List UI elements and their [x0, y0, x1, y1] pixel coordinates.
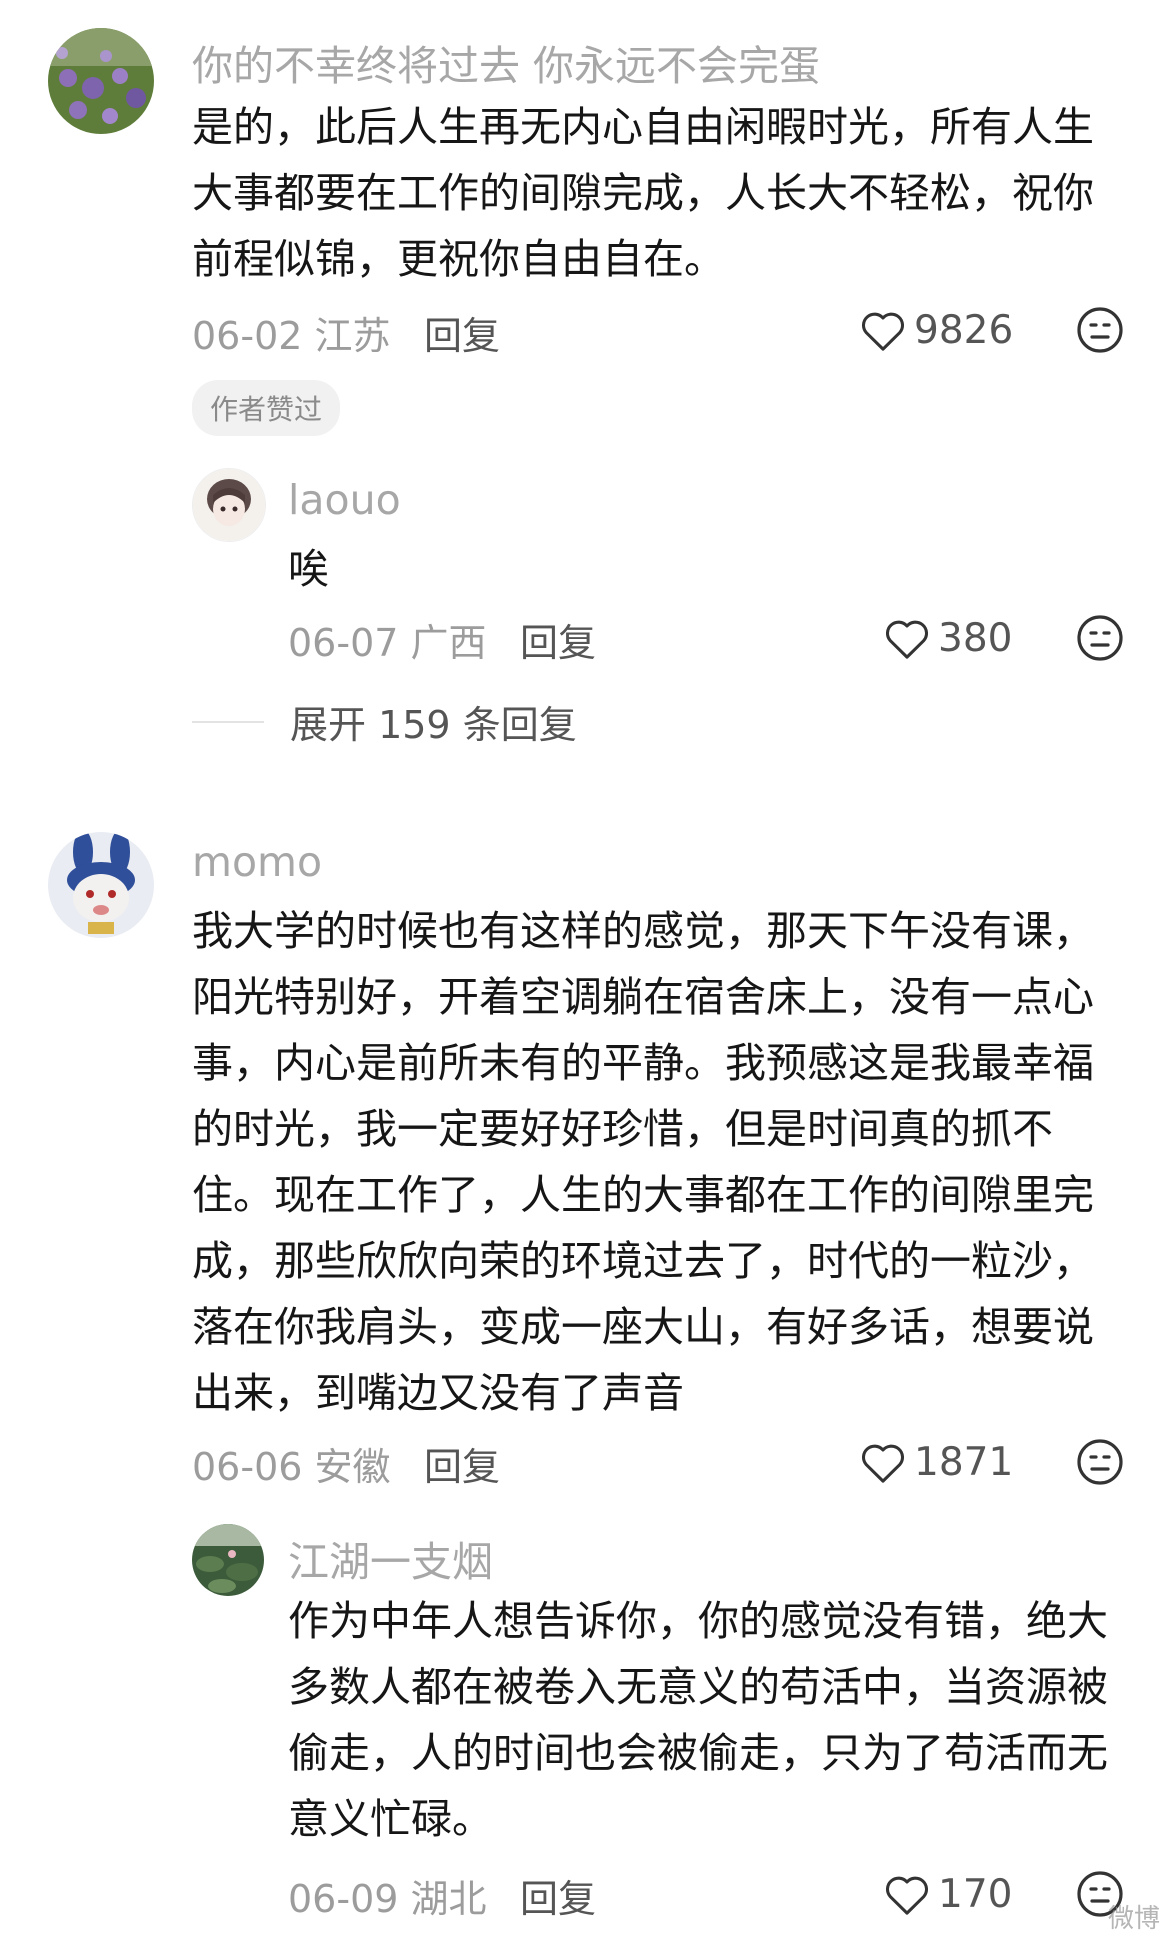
like-count: 1871 — [914, 1440, 1014, 1485]
like-button[interactable]: 380 — [884, 616, 1012, 661]
watermark: 微博 — [1107, 1904, 1160, 1934]
comment-text: 我大学的时候也有这样的感觉，那天下午没有课，阳光特别好，开着空调躺在宿舍床上，没… — [192, 907, 1094, 1417]
username[interactable]: laouo — [288, 476, 401, 524]
like-count: 9826 — [914, 308, 1014, 353]
avatar-bunny-image — [48, 832, 154, 938]
reply-button[interactable]: 回复 — [424, 305, 500, 360]
expand-replies-label: 展开 159 条回复 — [290, 703, 577, 747]
avatar-flowers-image — [48, 28, 154, 134]
username[interactable]: 江湖一支烟 — [288, 1528, 493, 1588]
reply-text: 唉 — [288, 545, 329, 593]
date-location: 06-09 湖北 — [288, 1877, 487, 1921]
dislike-face-icon[interactable] — [1076, 1438, 1124, 1486]
avatar[interactable] — [192, 468, 266, 542]
reply-button[interactable]: 回复 — [520, 612, 596, 667]
heart-icon — [885, 620, 929, 659]
heart-icon — [885, 1876, 929, 1915]
avatar[interactable] — [48, 28, 154, 134]
avatar-lotus-pond-image — [192, 1524, 264, 1596]
dislike-face-icon[interactable] — [1076, 614, 1124, 662]
avatar[interactable] — [192, 1524, 264, 1596]
like-count: 380 — [938, 616, 1013, 661]
comment-text: 是的，此后人生再无内心自由闲暇时光，所有人生大事都要在工作的间隙完成，人长大不轻… — [192, 103, 1094, 283]
reply-button[interactable]: 回复 — [424, 1436, 500, 1491]
avatar-anime-girl-image — [193, 469, 265, 541]
date-location: 06-06 安徽 — [192, 1445, 391, 1489]
like-button[interactable]: 1871 — [860, 1440, 1013, 1485]
author-liked-badge: 作者赞过 — [192, 380, 341, 436]
username[interactable]: 你的不幸终将过去 你永远不会完蛋 — [192, 32, 820, 92]
divider-line — [192, 720, 264, 723]
expand-replies-button[interactable]: 展开 159 条回复 — [192, 694, 577, 749]
like-count: 170 — [938, 1872, 1013, 1917]
avatar[interactable] — [48, 832, 154, 938]
date-location: 06-02 江苏 — [192, 314, 391, 358]
date-location: 06-07 广西 — [288, 621, 487, 665]
reply-button[interactable]: 回复 — [520, 1868, 596, 1923]
username[interactable]: momo — [192, 838, 322, 886]
dislike-face-icon[interactable] — [1076, 306, 1124, 354]
heart-icon — [861, 312, 905, 351]
like-button[interactable]: 170 — [884, 1872, 1012, 1917]
heart-icon — [861, 1444, 905, 1483]
like-button[interactable]: 9826 — [860, 308, 1013, 353]
reply-text: 作为中年人想告诉你，你的感觉没有错，绝大多数人都在被卷入无意义的苟活中，当资源被… — [288, 1597, 1108, 1843]
